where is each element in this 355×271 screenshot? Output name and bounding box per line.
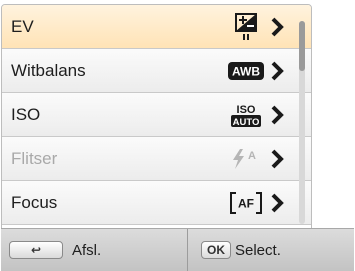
iso-auto-icon: ISO AUTO <box>224 93 268 136</box>
chevron-right-icon <box>267 5 287 48</box>
svg-text:ISO: ISO <box>237 104 256 116</box>
back-key-icon: ↩ <box>9 241 63 259</box>
chevron-right-icon <box>267 93 287 136</box>
menu-item-label: Focus <box>11 193 58 212</box>
svg-text:AWB: AWB <box>232 64 260 78</box>
select-button[interactable]: OK Select. <box>201 229 281 271</box>
flash-auto-icon: A <box>224 137 268 180</box>
awb-icon: AWB <box>224 49 268 92</box>
chevron-right-icon <box>267 49 287 92</box>
bottom-action-bar: ↩ Afsl. OK Select. <box>1 228 354 271</box>
scrollbar-thumb[interactable] <box>299 21 305 71</box>
svg-text:AF: AF <box>238 196 254 210</box>
menu-scrollbar[interactable] <box>299 21 305 224</box>
select-button-label: Select. <box>235 241 281 259</box>
back-button[interactable]: ↩ Afsl. <box>9 229 101 271</box>
divider <box>187 229 188 271</box>
menu-item-iso[interactable]: ISO ISO AUTO <box>2 93 311 137</box>
ev-exposure-icon <box>224 5 268 48</box>
menu-item-label: Flitser <box>11 149 58 168</box>
chevron-right-icon <box>267 137 287 180</box>
menu-item-label: ISO <box>11 105 41 124</box>
menu-item-ev[interactable]: EV <box>2 5 311 49</box>
settings-menu: EV Witbalans AWB ISO ISO AUTO Flitser A … <box>1 4 312 229</box>
af-icon: AF <box>224 181 268 224</box>
camera-menu-screen: EV Witbalans AWB ISO ISO AUTO Flitser A … <box>0 0 355 271</box>
menu-item-white-balance[interactable]: Witbalans AWB <box>2 49 311 93</box>
menu-item-focus[interactable]: Focus AF <box>2 181 311 225</box>
svg-text:AUTO: AUTO <box>233 117 260 128</box>
menu-item-flash: Flitser A <box>2 137 311 181</box>
ok-key-icon: OK <box>201 241 231 259</box>
back-button-label: Afsl. <box>72 241 102 259</box>
menu-item-label: Witbalans <box>11 61 86 80</box>
chevron-right-icon <box>267 181 287 224</box>
menu-item-label: EV <box>11 17 34 36</box>
svg-text:A: A <box>248 150 256 162</box>
